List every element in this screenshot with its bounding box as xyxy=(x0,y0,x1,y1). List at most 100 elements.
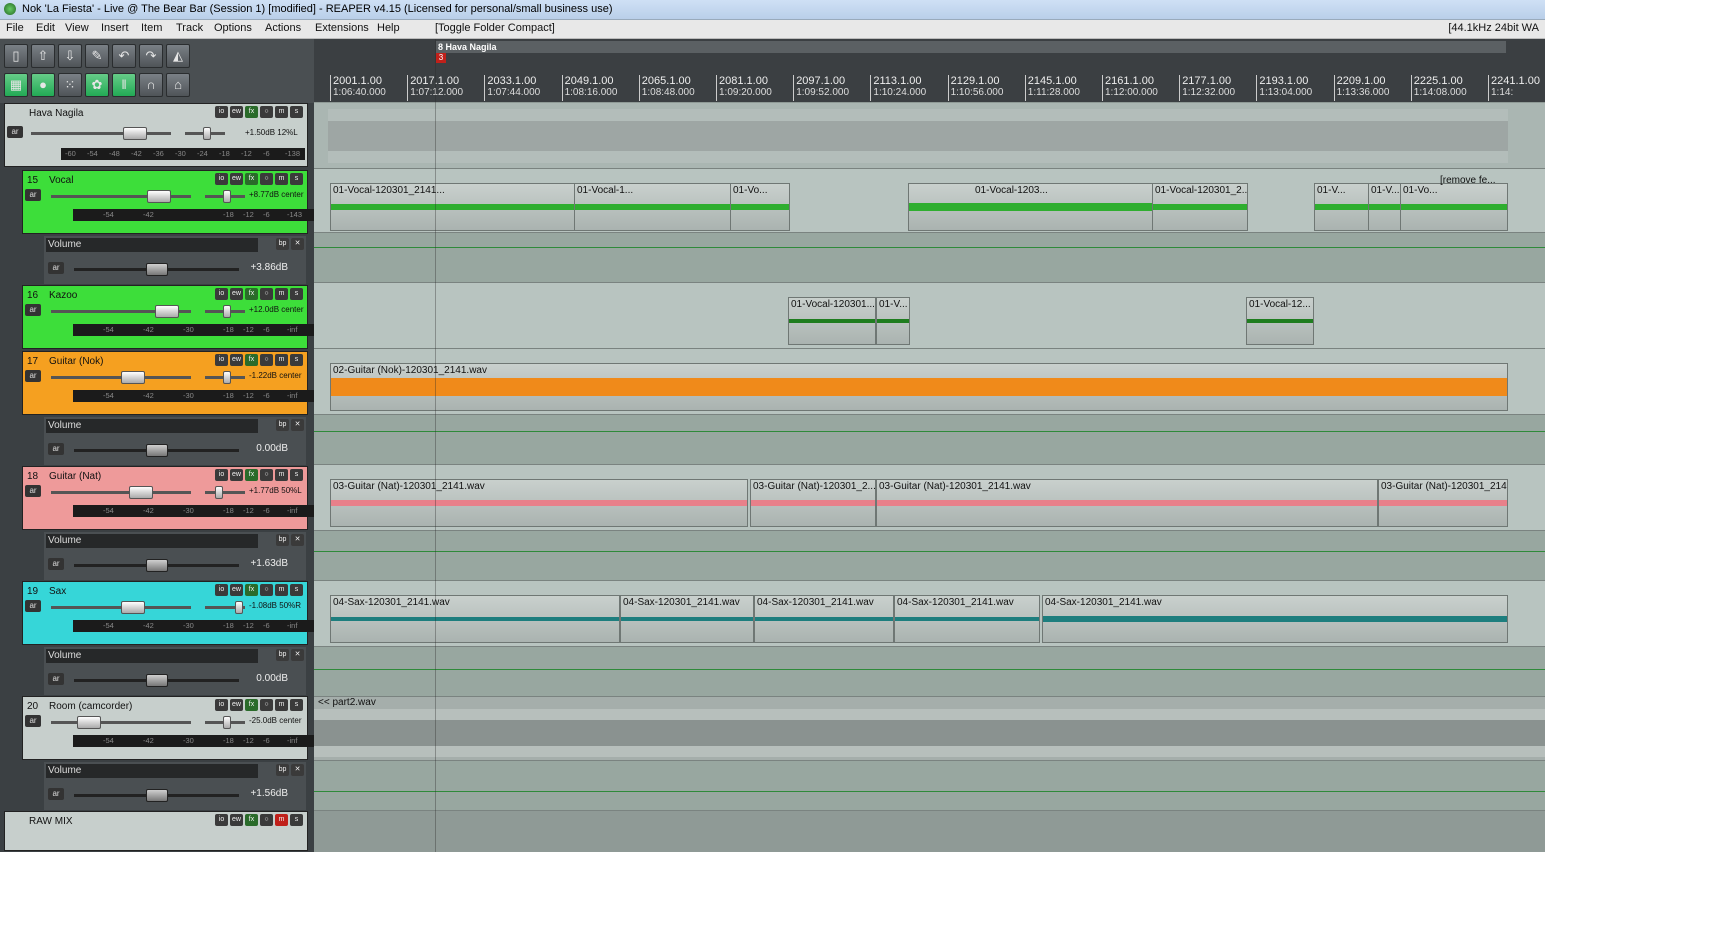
arm-button[interactable]: ar xyxy=(48,262,64,274)
clip-kazoo-1[interactable]: 01-Vocal-120301... xyxy=(788,297,876,345)
phase-button[interactable]: ○ xyxy=(260,173,273,185)
clip-guitar-nat-3[interactable]: 03-Guitar (Nat)-120301_2141.wav xyxy=(876,479,1378,527)
clip-vocal-3[interactable]: 01-Vo... xyxy=(730,183,790,231)
arm-button[interactable]: ar xyxy=(25,715,41,727)
track-name[interactable]: Guitar (Nok) xyxy=(49,356,103,367)
envelope-name[interactable]: Volume xyxy=(46,534,258,548)
arm-button[interactable]: ar xyxy=(7,126,23,138)
menu-options[interactable]: Options xyxy=(214,22,252,34)
pan-slider[interactable] xyxy=(205,601,245,614)
clip-kazoo-2[interactable]: 01-V... xyxy=(876,297,910,345)
io-button[interactable]: io xyxy=(215,699,228,711)
lane-room-camcorder[interactable]: << part2.wav xyxy=(314,697,1545,761)
arm-button[interactable]: ar xyxy=(25,189,41,201)
lane-guitar-nat-volume-envelope[interactable] xyxy=(314,531,1545,581)
arm-button[interactable]: ar xyxy=(48,558,64,570)
io-button[interactable]: io xyxy=(215,584,228,596)
clip-sax-5[interactable]: 04-Sax-120301_2141.wav xyxy=(1042,595,1508,643)
solo-button[interactable]: s xyxy=(290,814,303,826)
track-room-camcorder[interactable]: 20 Room (camcorder) io ew fx ○ m s ar -25.0dB… xyxy=(22,696,325,760)
bypass-button[interactable]: bp xyxy=(276,764,289,776)
lane-guitar-nat[interactable]: 03-Guitar (Nat)-120301_2141.wav 03-Guita… xyxy=(314,465,1545,531)
clip-guitar-nok[interactable]: 02-Guitar (Nok)-120301_2141.wav xyxy=(330,363,1508,411)
envelope-fader[interactable] xyxy=(74,263,239,276)
mute-button[interactable]: m xyxy=(275,354,288,366)
env-button[interactable]: ew xyxy=(230,288,243,300)
new-project-icon[interactable]: ▯ xyxy=(4,44,28,68)
arm-button[interactable]: ar xyxy=(25,304,41,316)
phase-button[interactable]: ○ xyxy=(260,584,273,596)
bypass-button[interactable]: bp xyxy=(276,238,289,250)
track-name[interactable]: Hava Nagila xyxy=(29,108,83,119)
pan-slider[interactable] xyxy=(205,716,245,729)
open-project-icon[interactable]: ⇧ xyxy=(31,44,55,68)
envelope-icon[interactable]: ⁙ xyxy=(58,73,82,97)
volume-fader[interactable] xyxy=(51,305,191,318)
envelope-name[interactable]: Volume xyxy=(46,419,258,433)
lane-kazoo[interactable]: 01-Vocal-120301... 01-V... 01-Vocal-12..… xyxy=(314,283,1545,349)
lane-guitar-nok-volume-envelope[interactable] xyxy=(314,415,1545,465)
menu-item[interactable]: Item xyxy=(141,22,162,34)
io-button[interactable]: io xyxy=(215,814,228,826)
redo-icon[interactable]: ↷ xyxy=(139,44,163,68)
solo-button[interactable]: s xyxy=(290,288,303,300)
solo-button[interactable]: s xyxy=(290,584,303,596)
io-button[interactable]: io xyxy=(215,354,228,366)
snap-icon[interactable]: ● xyxy=(31,73,55,97)
io-button[interactable]: io xyxy=(215,106,228,118)
envelope-fader[interactable] xyxy=(74,789,239,802)
env-button[interactable]: ew xyxy=(230,173,243,185)
clip-vocal-8[interactable]: 01-Vo... xyxy=(1400,183,1508,231)
env-button[interactable]: ew xyxy=(230,699,243,711)
envelope-fader[interactable] xyxy=(74,674,239,687)
mute-button[interactable]: m xyxy=(275,699,288,711)
timeline-ruler[interactable]: 8 Hava Nagila 3 2001.1.00 1:06:40.000 2017… xyxy=(314,39,1545,102)
solo-button[interactable]: s xyxy=(290,354,303,366)
mute-button[interactable]: m xyxy=(275,584,288,596)
menu-extensions[interactable]: Extensions xyxy=(315,22,369,34)
envelope-fader[interactable] xyxy=(74,559,239,572)
volume-fader[interactable] xyxy=(51,371,191,384)
volume-fader[interactable] xyxy=(51,601,191,614)
pan-slider[interactable] xyxy=(185,127,225,140)
ripple-icon[interactable]: ✿ xyxy=(85,73,109,97)
clip-sax-4[interactable]: 04-Sax-120301_2141.wav xyxy=(894,595,1040,643)
solo-button[interactable]: s xyxy=(290,469,303,481)
env-button[interactable]: ew xyxy=(230,469,243,481)
lane-hava-nagila[interactable] xyxy=(314,103,1545,169)
settings-icon[interactable]: ✎ xyxy=(85,44,109,68)
toggle-folder-compact-action[interactable]: [Toggle Folder Compact] xyxy=(435,22,555,34)
track-guitar-nat[interactable]: 18 Guitar (Nat) io ew fx ○ m s ar +1.77dB 50%… xyxy=(22,466,325,530)
track-name[interactable]: Room (camcorder) xyxy=(49,701,132,712)
menu-help[interactable]: Help xyxy=(377,22,400,34)
lane-sax-volume-envelope[interactable] xyxy=(314,647,1545,697)
close-envelope-icon[interactable]: ✕ xyxy=(291,764,304,776)
track-kazoo[interactable]: 16 Kazoo io ew fx ○ m s ar +12.0dB center -54… xyxy=(22,285,325,349)
track-guitar-nok[interactable]: 17 Guitar (Nok) io ew fx ○ m s ar -1.22dB cen… xyxy=(22,351,325,415)
track-name[interactable]: Guitar (Nat) xyxy=(49,471,101,482)
clip-room[interactable] xyxy=(314,709,1545,757)
envelope-name[interactable]: Volume xyxy=(46,649,258,663)
phase-button[interactable]: ○ xyxy=(260,814,273,826)
bypass-button[interactable]: bp xyxy=(276,649,289,661)
solo-button[interactable]: s xyxy=(290,699,303,711)
fx-button[interactable]: fx xyxy=(245,584,258,596)
clip-sax-3[interactable]: 04-Sax-120301_2141.wav xyxy=(754,595,894,643)
solo-button[interactable]: s xyxy=(290,173,303,185)
mute-button[interactable]: m xyxy=(275,288,288,300)
marker-label[interactable]: 3 xyxy=(436,53,446,63)
clip-guitar-nat-4[interactable]: 03-Guitar (Nat)-120301_214... xyxy=(1378,479,1508,527)
arm-button[interactable]: ar xyxy=(48,788,64,800)
close-envelope-icon[interactable]: ✕ xyxy=(291,238,304,250)
phase-button[interactable]: ○ xyxy=(260,699,273,711)
bypass-button[interactable]: bp xyxy=(276,534,289,546)
env-button[interactable]: ew xyxy=(230,584,243,596)
phase-button[interactable]: ○ xyxy=(260,469,273,481)
clip-guitar-nat-2[interactable]: 03-Guitar (Nat)-120301_2... xyxy=(750,479,876,527)
close-envelope-icon[interactable]: ✕ xyxy=(291,649,304,661)
volume-fader[interactable] xyxy=(51,716,191,729)
envelope-fader[interactable] xyxy=(74,444,239,457)
close-envelope-icon[interactable]: ✕ xyxy=(291,419,304,431)
menu-actions[interactable]: Actions xyxy=(265,22,301,34)
close-envelope-icon[interactable]: ✕ xyxy=(291,534,304,546)
